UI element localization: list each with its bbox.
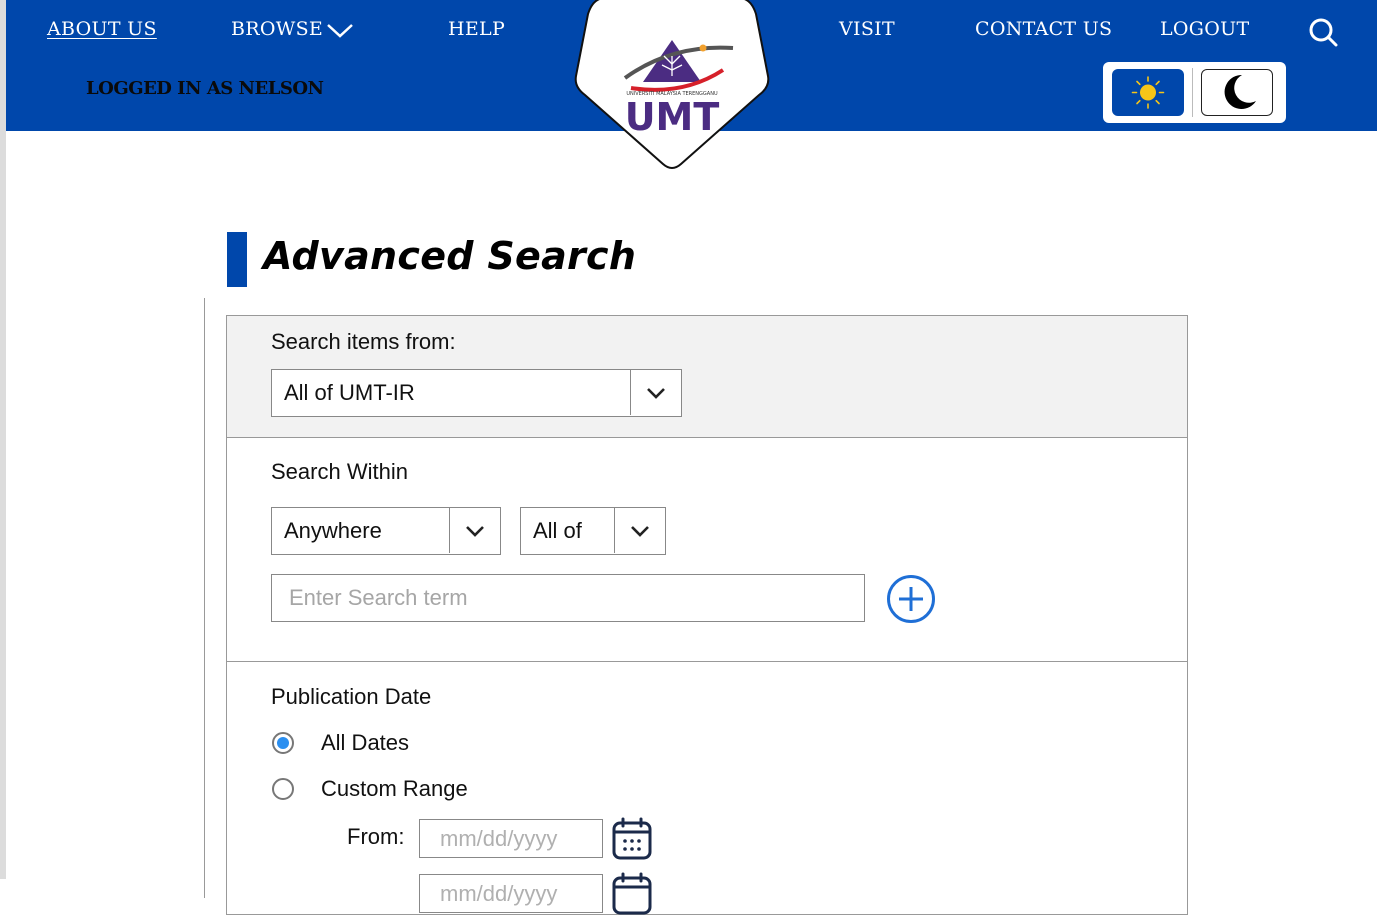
search-within-section: Search Within Anywhere All of bbox=[227, 437, 1187, 662]
plus-circle-icon[interactable] bbox=[886, 574, 936, 624]
title-accent-bar bbox=[227, 232, 247, 287]
moon-icon bbox=[1224, 74, 1256, 109]
logged-in-status: LOGGED IN AS NELSON bbox=[86, 78, 324, 99]
collection-select[interactable]: All of UMT-IR bbox=[271, 369, 682, 417]
radio-all-dates[interactable] bbox=[272, 732, 294, 754]
match-type-select[interactable]: All of bbox=[520, 507, 666, 555]
search-field-select[interactable]: Anywhere bbox=[271, 507, 501, 555]
search-term-input[interactable] bbox=[271, 574, 865, 622]
nav-contact-us[interactable]: CONTACT US bbox=[975, 18, 1112, 40]
collection-select-toggle[interactable] bbox=[630, 370, 681, 415]
from-label: From: bbox=[347, 824, 405, 849]
nav-browse-label: BROWSE bbox=[231, 18, 324, 40]
radio-all-dates-label: All Dates bbox=[321, 730, 410, 755]
nav-visit[interactable]: VISIT bbox=[839, 18, 895, 40]
date-from-input[interactable] bbox=[419, 819, 603, 858]
chevron-down-icon bbox=[631, 525, 649, 537]
nav-about-us[interactable]: ABOUT US bbox=[47, 18, 157, 40]
collection-select-value: All of UMT-IR bbox=[284, 380, 415, 405]
dark-mode-button[interactable] bbox=[1201, 69, 1273, 116]
theme-toggle bbox=[1103, 62, 1286, 123]
nav-logout[interactable]: LOGOUT bbox=[1160, 18, 1249, 40]
page-title: Advanced Search bbox=[263, 234, 637, 278]
match-type-value: All of bbox=[533, 518, 582, 543]
calendar-icon[interactable] bbox=[611, 817, 653, 861]
left-rail bbox=[0, 0, 6, 879]
chevron-down-icon bbox=[647, 387, 665, 399]
publication-date-label: Publication Date bbox=[271, 684, 432, 709]
chevron-down-icon bbox=[327, 24, 353, 38]
search-field-toggle[interactable] bbox=[449, 508, 500, 553]
radio-custom-range-label: Custom Range bbox=[321, 776, 468, 801]
logo-acronym: UMT bbox=[625, 95, 720, 139]
theme-divider bbox=[1192, 68, 1193, 117]
search-from-label: Search items from: bbox=[271, 329, 456, 354]
search-field-value: Anywhere bbox=[284, 518, 382, 543]
nav-help[interactable]: HELP bbox=[448, 18, 505, 40]
sun-icon bbox=[1131, 76, 1165, 109]
nav-browse[interactable]: BROWSE bbox=[231, 18, 355, 40]
radio-custom-range[interactable] bbox=[272, 778, 294, 800]
advanced-search-form: Search items from: All of UMT-IR Search … bbox=[226, 315, 1188, 915]
content-divider bbox=[204, 298, 205, 898]
search-icon[interactable] bbox=[1308, 17, 1338, 47]
light-mode-button[interactable] bbox=[1112, 69, 1184, 116]
umt-logo-badge[interactable]: UNIVERSITI MALAYSIA TERENGGANU UMT bbox=[573, 0, 771, 174]
match-type-toggle[interactable] bbox=[614, 508, 665, 553]
search-scope-section: Search items from: All of UMT-IR bbox=[227, 316, 1187, 438]
date-to-input[interactable] bbox=[419, 874, 603, 913]
search-within-label: Search Within bbox=[271, 459, 408, 484]
chevron-down-icon bbox=[466, 525, 484, 537]
